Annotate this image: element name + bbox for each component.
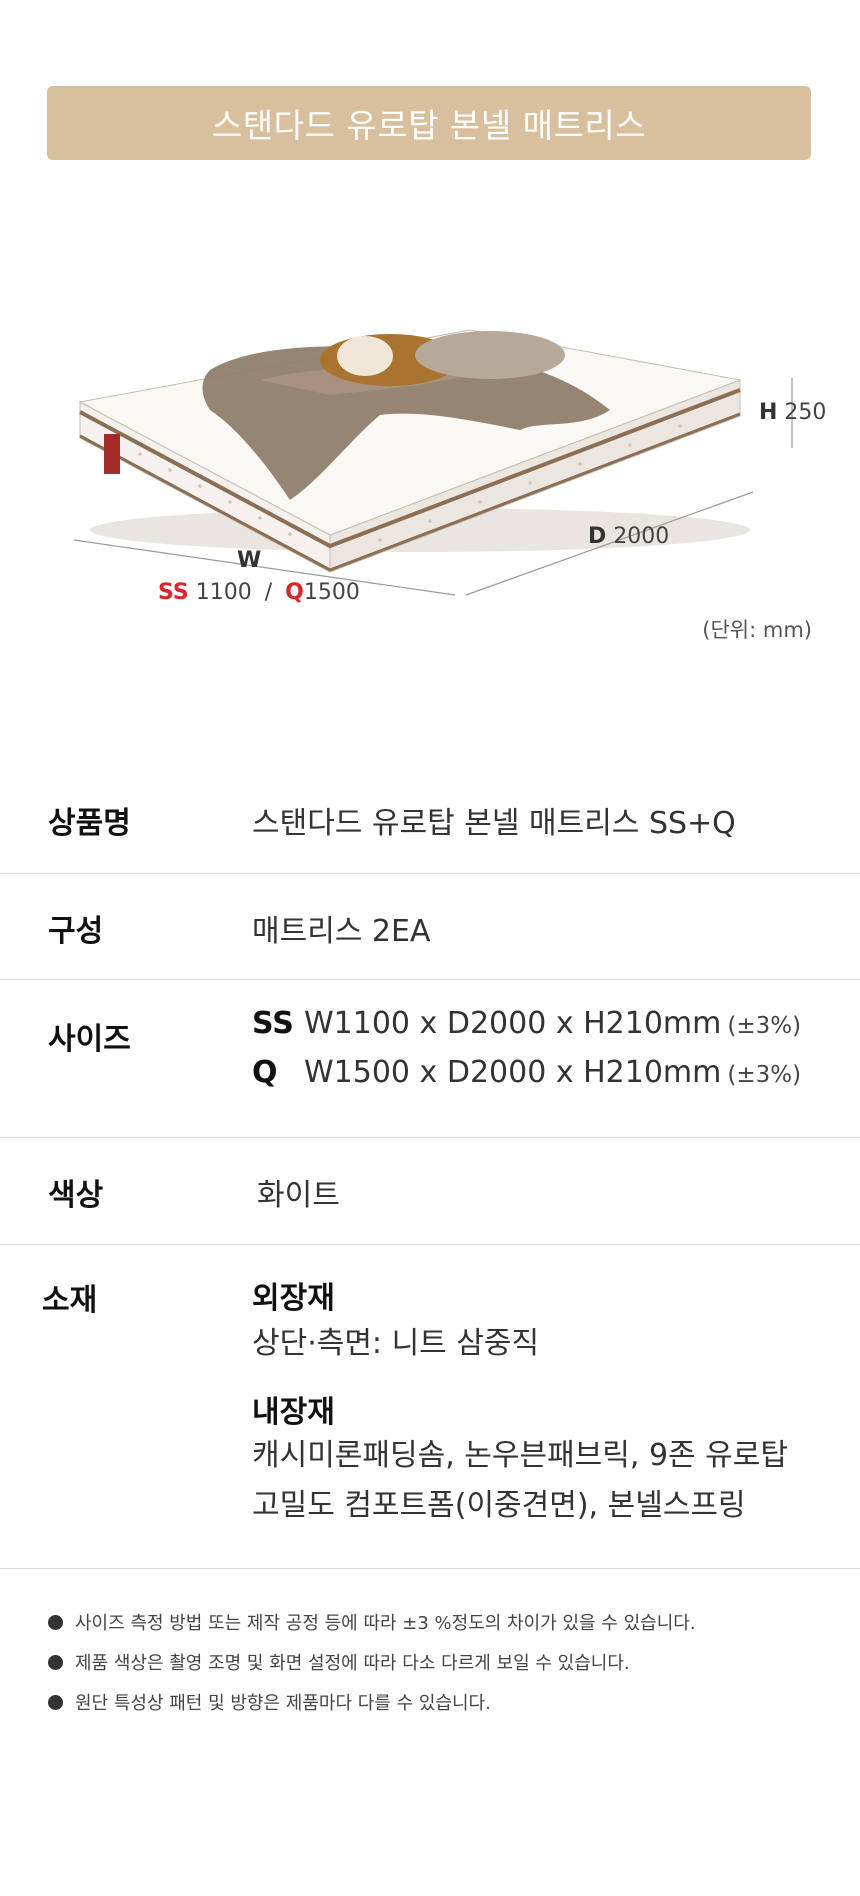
note-item: 사이즈 측정 방법 또는 제작 공정 등에 따라 ±3 %정도의 차이가 있을 …: [48, 1602, 696, 1642]
notes-list: 사이즈 측정 방법 또는 제작 공정 등에 따라 ±3 %정도의 차이가 있을 …: [48, 1602, 696, 1722]
inner-material-line1: 캐시미론패딩솜, 논우븐패브릭, 9존 유로탑: [252, 1438, 788, 1473]
width-separator: /: [264, 580, 273, 605]
note-item: 원단 특성상 패턴 및 방향은 제품마다 다를 수 있습니다.: [48, 1682, 696, 1722]
spec-row-size: 사이즈 SS W1100 x D2000 x H210mm (±3%) Q W1…: [0, 980, 860, 1138]
size-value-q: W1500 x D2000 x H210mm: [304, 1055, 722, 1090]
height-label: H 250: [759, 400, 826, 425]
product-title-bar: 스탠다드 유로탑 본넬 매트리스: [47, 86, 811, 160]
height-key: H: [759, 400, 778, 425]
spec-label-color: 색상: [48, 1178, 104, 1213]
bullet-icon: [48, 1654, 63, 1670]
width-ss-value: 1100: [195, 580, 252, 605]
spec-value-color: 화이트: [257, 1178, 340, 1213]
width-ss-key: SS: [158, 580, 189, 605]
inner-material-title: 내장재: [252, 1395, 335, 1430]
size-tolerance-ss: (±3%): [727, 1013, 802, 1039]
width-q-key: Q: [285, 580, 304, 605]
bullet-icon: [48, 1614, 63, 1630]
spec-label-material: 소재: [42, 1283, 98, 1318]
outer-material-text: 상단·측면: 니트 삼중직: [252, 1326, 540, 1361]
spec-row-name: 상품명 스탠다드 유로탑 본넬 매트리스 SS+Q: [0, 766, 860, 874]
outer-material-title: 외장재: [252, 1281, 335, 1316]
note-text: 제품 색상은 촬영 조명 및 화면 설정에 따라 다소 다르게 보일 수 있습니…: [75, 1653, 630, 1674]
inner-material-line2: 고밀도 컴포트폼(이중견면), 본넬스프링: [252, 1488, 746, 1523]
size-value-ss: W1100 x D2000 x H210mm: [304, 1006, 722, 1041]
depth-label: D 2000: [588, 524, 669, 549]
size-tolerance-q: (±3%): [727, 1062, 802, 1088]
spec-value-size: SS W1100 x D2000 x H210mm (±3%) Q W1500 …: [252, 1006, 801, 1104]
size-row-q: Q W1500 x D2000 x H210mm (±3%): [252, 1055, 801, 1104]
height-value: 250: [784, 400, 827, 425]
depth-value: 2000: [613, 524, 670, 549]
spec-label-composition: 구성: [48, 914, 104, 949]
note-text: 사이즈 측정 방법 또는 제작 공정 등에 따라 ±3 %정도의 차이가 있을 …: [75, 1613, 696, 1634]
depth-key: D: [588, 524, 607, 549]
size-key-ss: SS: [252, 1006, 294, 1041]
bullet-icon: [48, 1694, 63, 1710]
product-title: 스탠다드 유로탑 본넬 매트리스: [211, 106, 647, 145]
width-q-value: 1500: [303, 580, 360, 605]
size-key-q: Q: [252, 1055, 278, 1090]
spec-row-color: 색상 화이트: [0, 1138, 860, 1245]
width-label: W: [237, 548, 262, 573]
unit-note: (단위: mm): [702, 618, 812, 642]
spec-value-material: 외장재 상단·측면: 니트 삼중직 내장재 캐시미론패딩솜, 논우븐패브릭, 9…: [252, 1273, 788, 1531]
spec-value-composition: 매트리스 2EA: [252, 914, 431, 949]
spec-label-name: 상품명: [48, 806, 131, 841]
spec-label-size: 사이즈: [48, 1022, 131, 1057]
dimension-lines: [73, 378, 793, 596]
spec-value-name: 스탠다드 유로탑 본넬 매트리스 SS+Q: [252, 806, 736, 841]
spec-row-composition: 구성 매트리스 2EA: [0, 874, 860, 980]
spec-row-material: 소재 외장재 상단·측면: 니트 삼중직 내장재 캐시미론패딩솜, 논우븐패브릭…: [0, 1245, 860, 1569]
note-item: 제품 색상은 촬영 조명 및 화면 설정에 따라 다소 다르게 보일 수 있습니…: [48, 1642, 696, 1682]
note-text: 원단 특성상 패턴 및 방향은 제품마다 다를 수 있습니다.: [75, 1693, 491, 1714]
width-values: SS 1100 / Q1500: [158, 580, 360, 605]
size-row-ss: SS W1100 x D2000 x H210mm (±3%): [252, 1006, 801, 1055]
mattress-figure: W SS 1100 / Q1500 D 2000 H 250: [0, 180, 860, 660]
